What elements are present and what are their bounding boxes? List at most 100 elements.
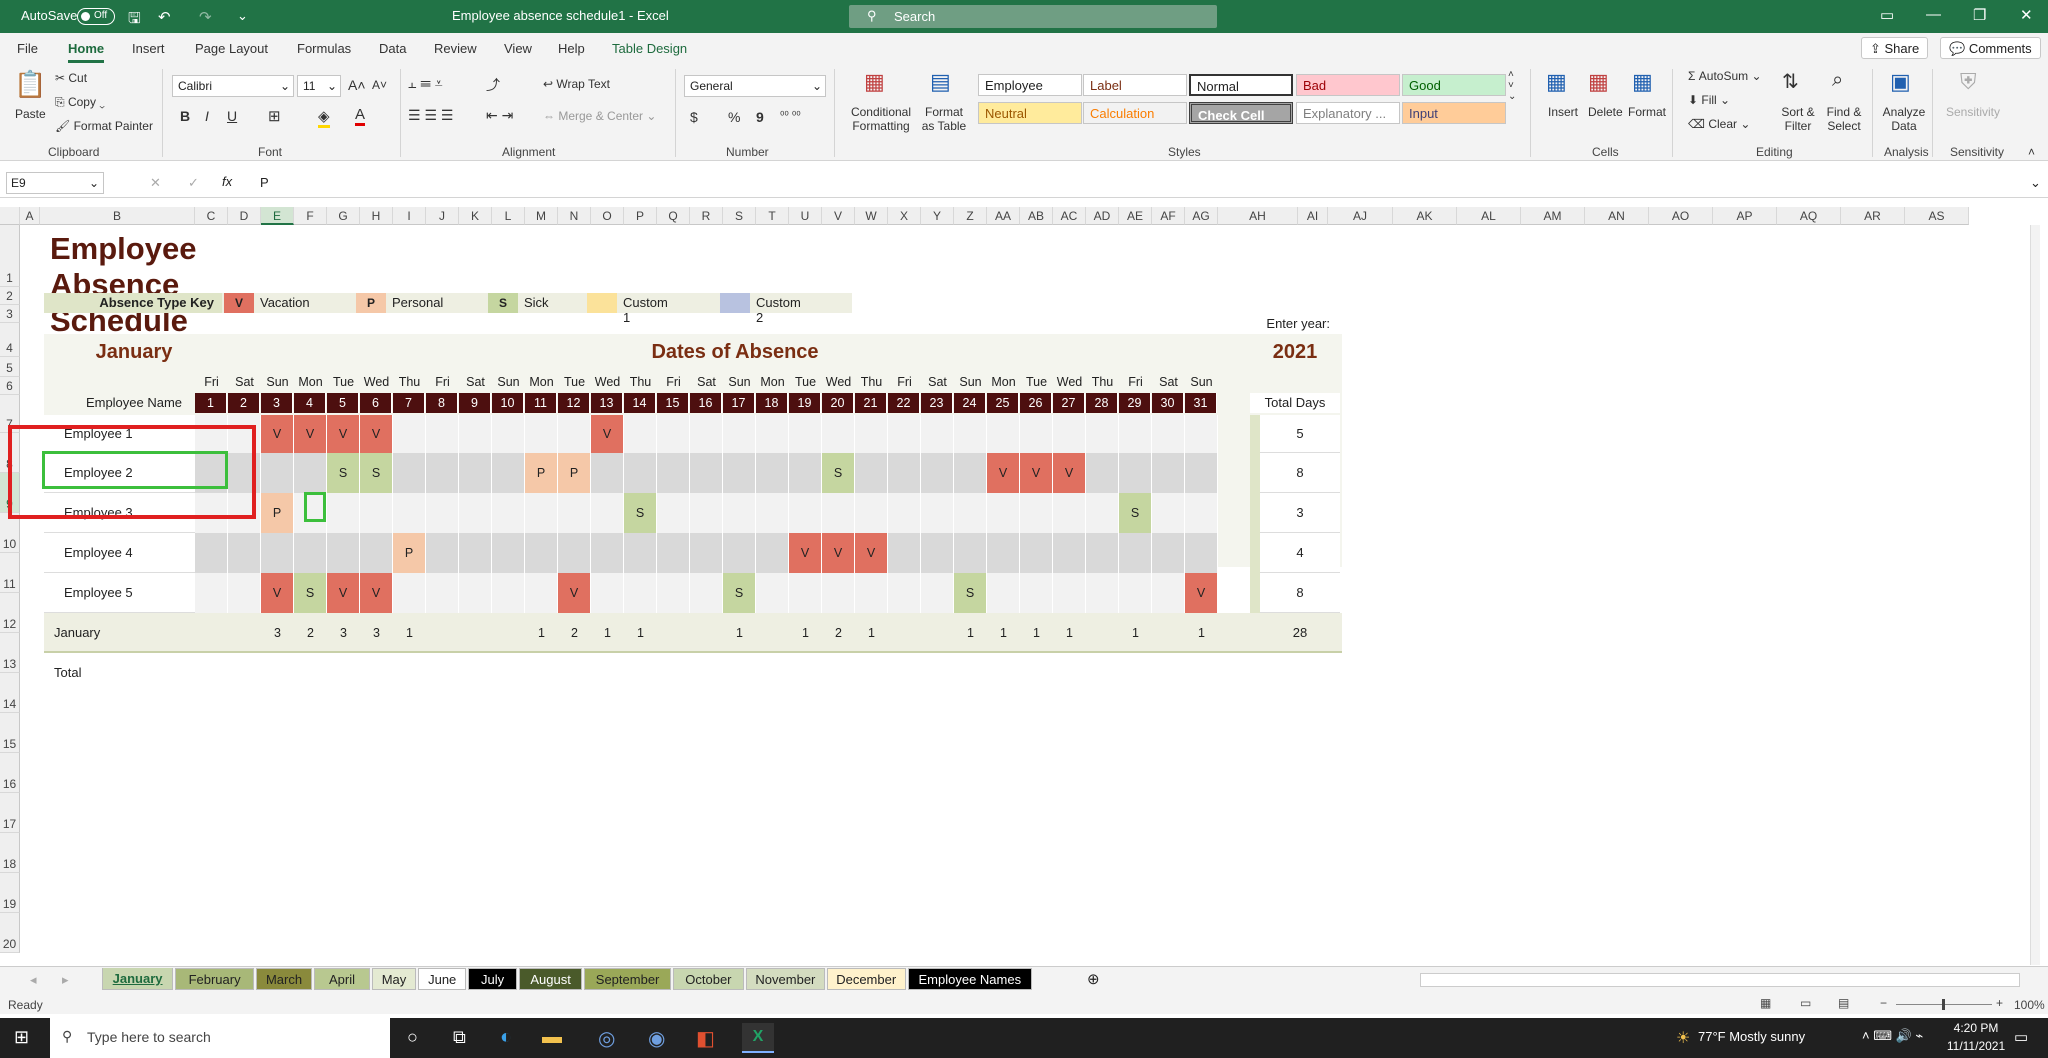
column-header[interactable]: AC <box>1053 207 1086 225</box>
sheet-tab[interactable]: October <box>672 968 744 990</box>
absence-cell[interactable]: V <box>261 415 294 453</box>
row-header[interactable]: 6 <box>0 377 20 395</box>
absence-cell[interactable] <box>492 415 525 453</box>
format-as-table-icon[interactable]: ▤ <box>930 69 951 95</box>
format-as-table-button[interactable]: Format as Table <box>918 105 970 133</box>
column-header[interactable]: U <box>789 207 822 225</box>
absence-cell[interactable] <box>987 415 1020 453</box>
column-header[interactable]: T <box>756 207 789 225</box>
absence-cell[interactable] <box>822 415 855 453</box>
absence-cell[interactable] <box>525 493 558 533</box>
absence-cell[interactable]: V <box>1053 453 1086 493</box>
sheet-tab[interactable]: May <box>372 968 416 990</box>
absence-cell[interactable]: S <box>624 493 657 533</box>
absence-cell[interactable] <box>1119 415 1152 453</box>
absence-cell[interactable] <box>690 493 723 533</box>
absence-cell[interactable] <box>624 533 657 573</box>
absence-cell[interactable] <box>789 493 822 533</box>
absence-cell[interactable]: V <box>789 533 822 573</box>
column-header[interactable]: E <box>261 207 294 225</box>
bold-button[interactable]: B <box>180 108 190 124</box>
cell-style-option[interactable]: Check Cell <box>1189 102 1293 124</box>
absence-cell[interactable] <box>492 493 525 533</box>
tab-file[interactable]: File <box>17 41 38 56</box>
paste-button[interactable]: Paste <box>15 107 46 121</box>
cell-style-option[interactable]: Employee <box>978 74 1082 96</box>
absence-cell[interactable] <box>1086 533 1119 573</box>
absence-cell[interactable]: V <box>1020 453 1053 493</box>
absence-cell[interactable] <box>690 573 723 613</box>
absence-cell[interactable] <box>921 533 954 573</box>
tab-table-design[interactable]: Table Design <box>612 41 687 56</box>
column-header[interactable]: AE <box>1119 207 1152 225</box>
tab-page-layout[interactable]: Page Layout <box>195 41 268 56</box>
absence-cell[interactable] <box>822 493 855 533</box>
absence-cell[interactable]: V <box>591 415 624 453</box>
absence-cell[interactable] <box>756 573 789 613</box>
task-view-icon[interactable]: ⧉ <box>453 1027 466 1048</box>
column-header[interactable]: Y <box>921 207 954 225</box>
number-format-select[interactable]: General ⌄ <box>684 75 826 97</box>
increase-font-icon[interactable]: A˄ <box>348 77 366 93</box>
absence-cell[interactable] <box>1086 573 1119 613</box>
absence-cell[interactable] <box>756 415 789 453</box>
redo-icon[interactable]: ↷ <box>199 8 212 26</box>
absence-cell[interactable] <box>294 533 327 573</box>
sheet-tab[interactable]: July <box>468 968 517 990</box>
column-header[interactable]: X <box>888 207 921 225</box>
row-header[interactable]: 4 <box>0 323 20 357</box>
column-header[interactable]: AH <box>1218 207 1298 225</box>
column-header[interactable]: AR <box>1841 207 1905 225</box>
absence-cell[interactable] <box>525 533 558 573</box>
name-box[interactable]: E9 ⌄ <box>6 172 104 194</box>
year-input[interactable]: 2021 <box>1250 341 1340 364</box>
column-header[interactable]: AL <box>1457 207 1521 225</box>
absence-cell[interactable]: P <box>525 453 558 493</box>
office-icon[interactable]: ◧ <box>696 1026 715 1051</box>
absence-cell[interactable] <box>1119 573 1152 613</box>
sort-filter-icon[interactable]: ⇅ <box>1782 69 1799 94</box>
normal-view-icon[interactable]: ▦ <box>1760 996 1771 1010</box>
paste-icon[interactable]: 📋 <box>14 69 46 100</box>
absence-cell[interactable] <box>426 533 459 573</box>
absence-cell[interactable] <box>426 453 459 493</box>
absence-cell[interactable] <box>624 453 657 493</box>
close-button[interactable]: ✕ <box>2020 6 2033 24</box>
notifications-icon[interactable]: ▭ <box>2014 1028 2028 1046</box>
absence-cell[interactable]: S <box>723 573 756 613</box>
worksheet-grid[interactable]: A B C D E F G H I J K L M N O P Q R S T U V W X Y Z AA AB AC AD AE AF AG… <box>0 207 2040 965</box>
column-header[interactable]: K <box>459 207 492 225</box>
absence-cell[interactable] <box>888 573 921 613</box>
absence-cell[interactable] <box>360 493 393 533</box>
cell-style-option[interactable]: Label <box>1083 74 1187 96</box>
save-icon[interactable]: 🖫 <box>128 8 141 33</box>
cell-style-option[interactable]: Explanatory ... <box>1296 102 1400 124</box>
absence-cell[interactable] <box>657 493 690 533</box>
absence-cell[interactable] <box>195 573 228 613</box>
column-header[interactable]: H <box>360 207 393 225</box>
align-left-icon[interactable]: ☰ ☰ ☰ <box>408 107 453 124</box>
share-button[interactable]: ⇪ Share <box>1861 37 1929 59</box>
weather-text[interactable]: 77°F Mostly sunny <box>1698 1029 1805 1044</box>
absence-cell[interactable] <box>789 453 822 493</box>
absence-cell[interactable] <box>657 453 690 493</box>
row-header[interactable]: 16 <box>0 753 20 793</box>
column-header[interactable]: AN <box>1585 207 1649 225</box>
column-header[interactable]: AM <box>1521 207 1585 225</box>
cell-style-option[interactable]: Normal <box>1189 74 1293 96</box>
page-break-view-icon[interactable]: ▤ <box>1838 996 1849 1010</box>
column-header[interactable]: AG <box>1185 207 1218 225</box>
row-header[interactable]: 10 <box>0 513 20 553</box>
absence-cell[interactable] <box>1185 533 1218 573</box>
clock-date[interactable]: 11/11/2021 <box>1946 1039 2006 1053</box>
absence-cell[interactable] <box>195 533 228 573</box>
absence-cell[interactable] <box>690 533 723 573</box>
absence-cell[interactable] <box>228 533 261 573</box>
absence-cell[interactable] <box>921 415 954 453</box>
enter-icon[interactable]: ✓ <box>188 175 199 191</box>
absence-cell[interactable]: V <box>327 573 360 613</box>
active-cell-e9[interactable] <box>304 492 326 522</box>
absence-cell[interactable] <box>228 573 261 613</box>
absence-cell[interactable] <box>723 453 756 493</box>
decrease-font-icon[interactable]: A˅ <box>372 78 387 92</box>
